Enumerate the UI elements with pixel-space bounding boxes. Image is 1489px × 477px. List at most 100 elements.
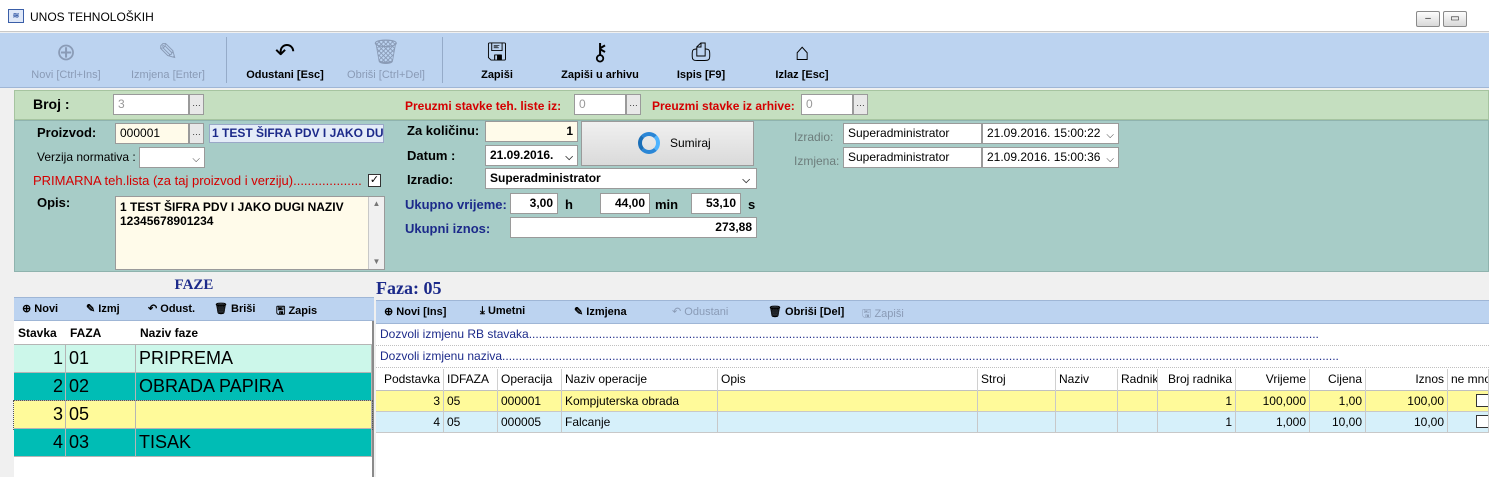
faze-brisi-button[interactable]: 🗑 Briši — [214, 302, 256, 315]
minimize-button[interactable]: – — [1416, 11, 1440, 27]
op-izmjena-button[interactable]: ✎ Izmjena — [574, 305, 627, 318]
scroll-up-icon: ▲ — [372, 199, 381, 208]
izmjena-button[interactable]: ✎ Izmjena [Enter] — [118, 33, 218, 88]
izradio-select[interactable]: Superadministrator ⌵ — [485, 168, 757, 189]
zapisi-button[interactable]: 🖫 Zapiši — [462, 33, 532, 88]
col-naziv-operacije[interactable]: Naziv operacije — [562, 369, 718, 391]
faze-faza-cell: 01 — [66, 345, 136, 373]
preuzmi-arhive-input[interactable]: 0 — [801, 94, 853, 115]
ispis-button[interactable]: ⎙ Ispis [F9] — [664, 33, 738, 88]
col-radnik[interactable]: Radnik — [1118, 369, 1158, 391]
opis-scrollbar[interactable]: ▲ ▼ — [368, 197, 384, 269]
cell-operacija: 000001 — [498, 391, 562, 412]
op-obrisi-button[interactable]: 🗑 Obriši [Del] — [768, 305, 844, 318]
chevron-down-icon: ⌵ — [565, 152, 573, 163]
cell-naziv — [1056, 391, 1118, 412]
col-stroj[interactable]: Stroj — [978, 369, 1056, 391]
dozvoli-naziva-toggle[interactable]: Dozvoli izmjenu naziva..................… — [376, 346, 1489, 368]
broj-row: Broj : 3 … Preuzmi stavke teh. liste iz:… — [14, 90, 1489, 120]
datum-picker[interactable]: 21.09.2016. ⌵ — [485, 145, 578, 166]
broj-label: Broj : — [33, 96, 70, 112]
col-operacija[interactable]: Operacija — [498, 369, 562, 391]
faze-stavka-cell: 4 — [14, 429, 66, 457]
dozvoli-rb-toggle[interactable]: Dozvoli izmjenu RB stavaka..............… — [376, 324, 1489, 346]
op-odustani-button[interactable]: ↶ Odustani — [672, 305, 728, 318]
obrisi-button[interactable]: 🗑 Obriši [Ctrl+Del] — [336, 33, 436, 88]
main-toolbar: ⊕ Novi [Ctrl+Ins] ✎ Izmjena [Enter] ↶ Od… — [0, 33, 1489, 88]
opis-textarea[interactable]: 1 TEST ŠIFRA PDV I JAKO DUGI NAZIV 12345… — [115, 196, 385, 270]
broj-lookup-button[interactable]: … — [189, 94, 204, 115]
izlaz-button[interactable]: ⌂ Izlaz [Esc] — [764, 33, 840, 88]
novi-button[interactable]: ⊕ Novi [Ctrl+Ins] — [20, 33, 112, 88]
ne-mnoz-checkbox[interactable] — [1476, 394, 1488, 407]
verzija-select[interactable]: ⌵ — [139, 147, 205, 168]
faze-row[interactable]: 1 01 PRIPREMA — [14, 345, 372, 373]
op-umetni-button[interactable]: ⤓ Umetni — [480, 305, 525, 318]
faze-faza-cell: 03 — [66, 429, 136, 457]
operacija-row[interactable]: 4 05 000005 Falcanje 1 1,000 10,00 10,00 — [376, 412, 1489, 433]
audit-izmjena-user: Superadministrator — [843, 147, 982, 168]
audit-izmjena-label: Izmjena: — [794, 154, 840, 168]
faze-row[interactable]: 2 02 OBRADA PAPIRA — [14, 373, 372, 401]
odustani-button[interactable]: ↶ Odustani [Esc] — [238, 33, 332, 88]
col-naziv[interactable]: Naziv — [1056, 369, 1118, 391]
faze-naziv-cell: TISAK — [136, 429, 372, 457]
faze-stavka-cell: 3 — [14, 401, 66, 429]
proizvod-code-input[interactable]: 000001 — [115, 123, 189, 144]
cell-opis — [718, 391, 978, 412]
preuzmi-teh-input[interactable]: 0 — [574, 94, 626, 115]
cell-cijena: 10,00 — [1310, 412, 1366, 433]
chevron-down-icon: ⌵ — [192, 154, 200, 165]
undo-icon: ↶ — [148, 303, 158, 315]
edit-icon: ✎ — [574, 306, 584, 318]
faze-row[interactable]: 4 03 TISAK — [14, 429, 372, 457]
faze-novi-button[interactable]: ⊕ Novi — [22, 302, 58, 315]
faze-zapis-button[interactable]: 🖫 Zapis — [276, 302, 317, 321]
vrijeme-s-unit: s — [748, 197, 756, 212]
broj-input[interactable]: 3 — [113, 94, 189, 115]
vrijeme-h-value: 3,00 — [510, 193, 558, 214]
refresh-icon — [638, 132, 660, 154]
col-broj-radnika[interactable]: Broj radnika — [1158, 369, 1236, 391]
chevron-down-icon: ⌵ — [1106, 154, 1114, 165]
edit-icon: ✎ — [86, 303, 96, 315]
col-ne-mnoz[interactable]: ne množ — [1448, 369, 1489, 391]
primarna-checkbox[interactable]: ✓ — [368, 174, 381, 187]
operacije-grid-header: Podstavka IDFAZA Operacija Naziv operacije O… — [376, 369, 1489, 391]
op-novi-button[interactable]: ⊕ Novi [Ins] — [384, 305, 446, 318]
za-kolicinu-input[interactable]: 1 — [485, 121, 578, 142]
col-vrijeme[interactable]: Vrijeme — [1236, 369, 1310, 391]
op-zapisi-button[interactable]: 🖫 Zapiši — [862, 305, 904, 324]
col-opis[interactable]: Opis — [718, 369, 978, 391]
audit-izradio-time[interactable]: 21.09.2016. 15:00:22 ⌵ — [982, 123, 1119, 144]
faze-row[interactable]: 3 05 — [13, 400, 373, 430]
faze-naziv-cell — [136, 401, 372, 429]
cell-broj-radnika: 1 — [1158, 412, 1236, 433]
maximize-button[interactable]: ▭ — [1443, 11, 1467, 27]
faze-odust-button[interactable]: ↶ Odust. — [148, 302, 195, 315]
faze-faza-cell: 02 — [66, 373, 136, 401]
opis-label: Opis: — [37, 195, 71, 210]
za-kolicinu-label: Za količinu: — [407, 123, 480, 138]
preuzmi-arhive-lookup-button[interactable]: … — [853, 94, 868, 115]
col-idfaza[interactable]: IDFAZA — [444, 369, 498, 391]
sumiraj-button[interactable]: Sumiraj — [581, 121, 754, 166]
cell-naziv-operacije: Kompjuterska obrada — [562, 391, 718, 412]
col-faza: FAZA — [70, 326, 102, 340]
faze-panel: FAZE ⊕ Novi ✎ Izmj ↶ Odust. 🗑 Briši 🖫 Za… — [13, 273, 374, 477]
audit-izmjena-time[interactable]: 21.09.2016. 15:00:36 ⌵ — [982, 147, 1119, 168]
zapisi-u-arhivu-button[interactable]: ⚷ Zapiši u arhivu — [550, 33, 650, 88]
operacija-row[interactable]: 3 05 000001 Kompjuterska obrada 1 100,000 1,00… — [376, 391, 1489, 412]
izradio-label: Izradio: — [407, 172, 454, 187]
preuzmi-teh-lookup-button[interactable]: … — [626, 94, 641, 115]
col-iznos[interactable]: Iznos — [1366, 369, 1448, 391]
col-cijena[interactable]: Cijena — [1310, 369, 1366, 391]
proizvod-lookup-button[interactable]: … — [189, 123, 204, 144]
proizvod-name: 1 TEST ŠIFRA PDV I JAKO DUG — [209, 124, 384, 143]
faze-izmj-button[interactable]: ✎ Izmj — [86, 302, 120, 315]
faze-stavka-cell: 2 — [14, 373, 66, 401]
undo-icon: ↶ — [274, 39, 296, 66]
ne-mnoz-cell — [1448, 412, 1489, 433]
ne-mnoz-checkbox[interactable] — [1476, 415, 1488, 428]
col-podstavka[interactable]: Podstavka — [376, 369, 444, 391]
